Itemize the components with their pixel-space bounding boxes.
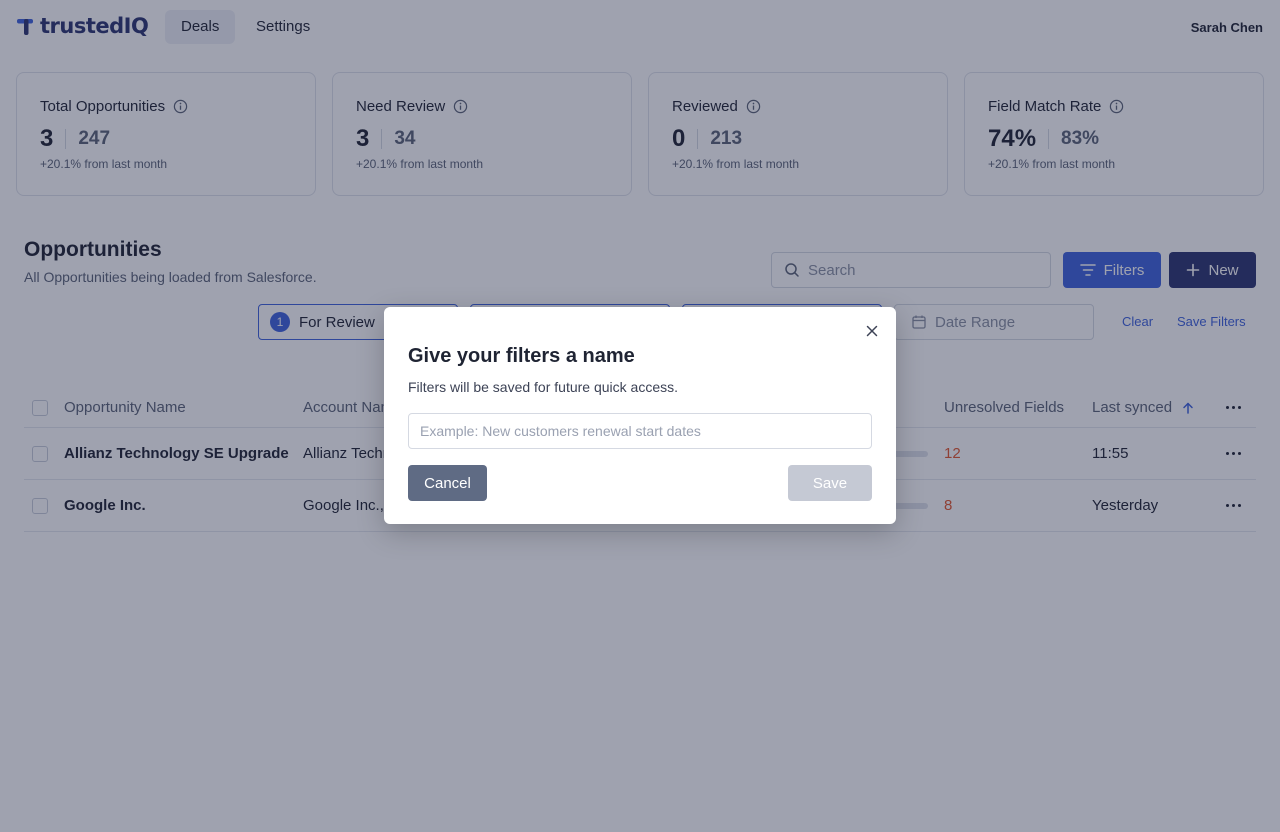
save-filters-dialog: Give your filters a name Filters will be…	[384, 307, 896, 524]
close-icon[interactable]	[864, 323, 880, 339]
dialog-description: Filters will be saved for future quick a…	[408, 379, 678, 395]
filter-name-input[interactable]	[408, 413, 872, 449]
save-button[interactable]: Save	[788, 465, 872, 501]
cancel-button[interactable]: Cancel	[408, 465, 487, 501]
dialog-title: Give your filters a name	[408, 345, 635, 367]
